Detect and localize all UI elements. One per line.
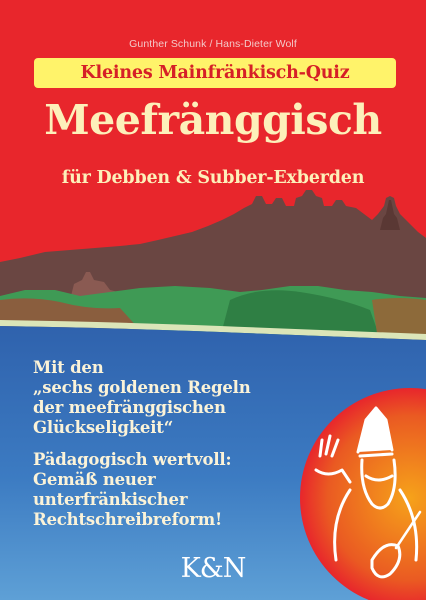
book-title: Meefränggisch — [44, 96, 382, 144]
publisher-logo: K&N — [180, 553, 247, 584]
blurb-educational: Pädagogisch wertvoll: Gemäß neuer unterf… — [33, 450, 232, 529]
series-label: Kleines Mainfränkisch-Quiz — [80, 63, 350, 83]
authors: Gunther Schunk / Hans-Dieter Wolf — [129, 38, 297, 50]
blurb-golden-rules: Mit den „sechs goldenen Regeln der meefr… — [33, 358, 251, 437]
book-subtitle: für Debben & Subber-Exberden — [61, 168, 365, 188]
book-cover: Gunther Schunk / Hans-Dieter Wolf Kleine… — [0, 0, 426, 600]
series-badge: Kleines Mainfränkisch-Quiz — [34, 58, 396, 88]
